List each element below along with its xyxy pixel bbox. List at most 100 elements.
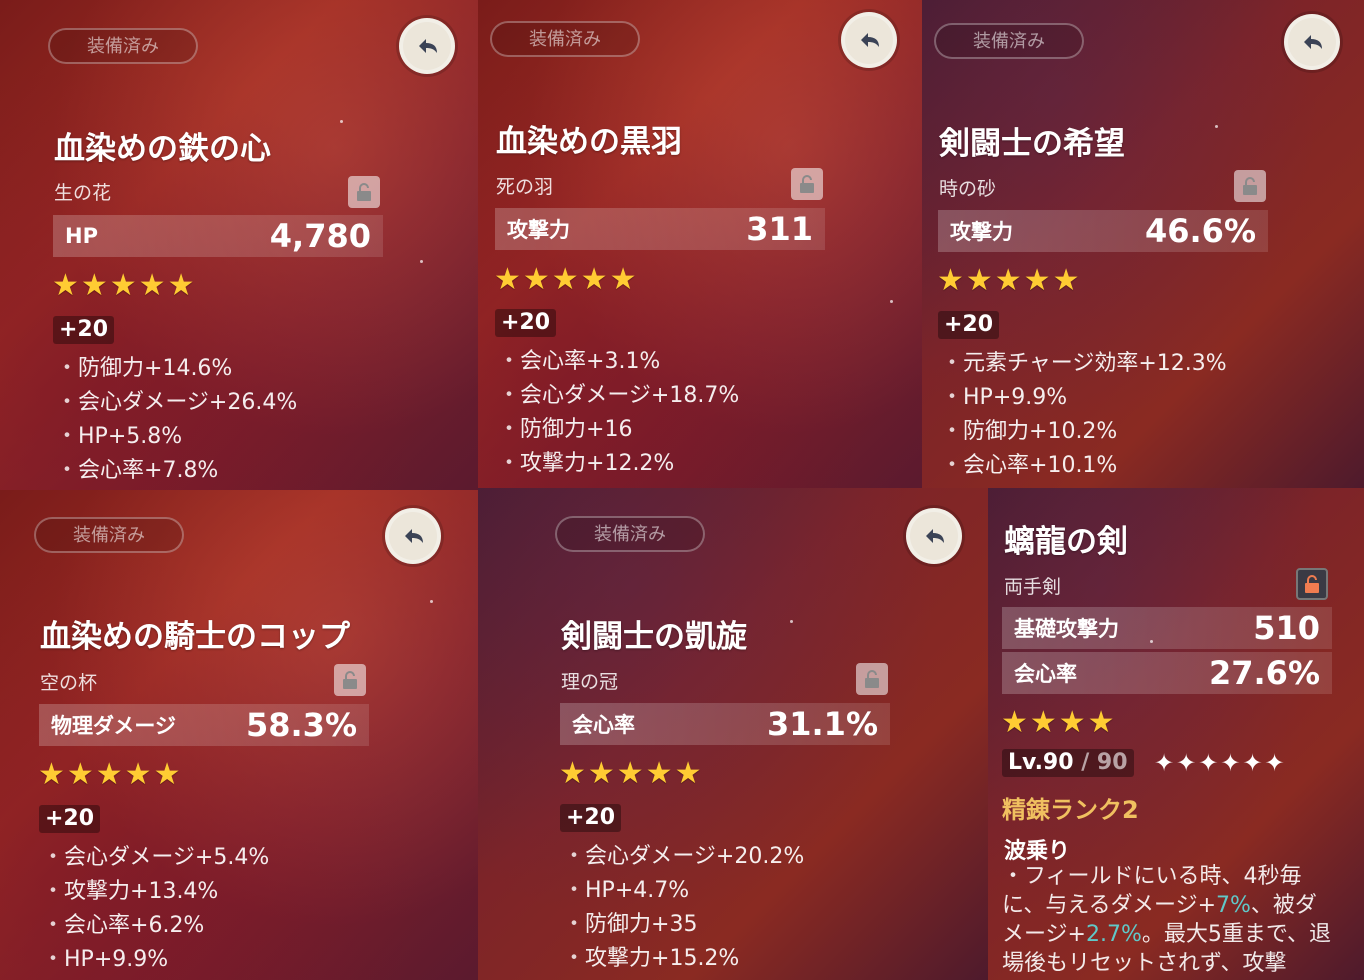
substat: HP+4.7% — [563, 874, 804, 908]
lock-button[interactable] — [1234, 170, 1266, 202]
substat: 会心ダメージ+26.4% — [56, 386, 297, 420]
lock-button[interactable] — [1296, 568, 1328, 600]
substat: 防御力+16 — [498, 413, 739, 447]
substat: 会心ダメージ+20.2% — [563, 840, 804, 874]
equipped-badge: 装備済み — [34, 517, 184, 553]
lock-icon — [343, 671, 357, 689]
stat-label: 基礎攻撃力 — [1014, 617, 1119, 641]
artifact-name: 剣闘士の希望 — [939, 126, 1125, 162]
sparkle — [890, 300, 893, 303]
artifact-panel-goblet: 装備済み 血染めの騎士のコップ 空の杯 物理ダメージ 58.3% ★★★★★ +… — [0, 490, 478, 980]
substat: HP+5.8% — [56, 420, 297, 454]
substat: 会心ダメージ+5.4% — [42, 841, 269, 875]
passive-value: 2.7% — [1086, 922, 1142, 947]
main-stat-label: 攻撃力 — [950, 220, 1013, 244]
artifact-name: 剣闘士の凱旋 — [561, 619, 747, 655]
main-stat-value: 46.6% — [1144, 212, 1256, 250]
main-stat: 攻撃力 46.6% — [938, 210, 1268, 252]
substat: 会心率+7.8% — [56, 454, 297, 488]
passive-description: ・フィールドにいる時、4秒毎に、与えるダメージ+7%、被ダメージ+2.7%。最大… — [1002, 862, 1332, 978]
artifact-slot: 死の羽 — [496, 176, 554, 198]
substat: 攻撃力+13.4% — [42, 875, 269, 909]
back-button[interactable] — [399, 18, 455, 74]
artifact-level: +20 — [495, 309, 557, 337]
weapon-level: Lv.90 / 90 — [1002, 749, 1134, 777]
artifact-panel-sands: 装備済み 剣闘士の希望 時の砂 攻撃力 46.6% ★★★★★ +20 元素チャ… — [922, 0, 1364, 488]
artifact-slot: 空の杯 — [40, 672, 98, 694]
passive-value: 7% — [1216, 893, 1251, 918]
substat: 攻撃力+12.2% — [498, 447, 739, 481]
rarity-stars: ★★★★★ — [494, 262, 639, 297]
artifact-level: +20 — [39, 805, 101, 833]
back-button[interactable] — [385, 508, 441, 564]
rarity-stars: ★★★★ — [1001, 705, 1117, 740]
main-stat-label: 攻撃力 — [507, 218, 570, 242]
back-arrow-icon — [419, 39, 437, 53]
lock-button[interactable] — [348, 176, 380, 208]
back-arrow-icon — [926, 529, 944, 543]
substat-list: 防御力+14.6% 会心ダメージ+26.4% HP+5.8% 会心率+7.8% — [56, 352, 297, 488]
substat-list: 元素チャージ効率+12.3% HP+9.9% 防御力+10.2% 会心率+10.… — [941, 347, 1227, 483]
equipped-badge: 装備済み — [555, 516, 705, 552]
passive-name: 波乗り — [1004, 839, 1071, 864]
artifact-panel-circlet: 装備済み 剣闘士の凱旋 理の冠 会心率 31.1% ★★★★★ +20 会心ダメ… — [478, 488, 988, 980]
main-stat: 会心率 31.1% — [560, 703, 890, 745]
lock-icon — [1243, 177, 1257, 195]
weapon-secondary-stat: 会心率 27.6% — [1002, 652, 1332, 694]
rarity-stars: ★★★★★ — [559, 756, 704, 791]
back-button[interactable] — [906, 508, 962, 564]
back-button[interactable] — [1284, 14, 1340, 70]
sparkle — [1215, 125, 1218, 128]
substat: 会心率+3.1% — [498, 345, 739, 379]
ascension-stars: ✦✦✦✦✦✦ — [1154, 749, 1287, 777]
stat-value: 27.6% — [1208, 654, 1320, 692]
weapon-level-max: / 90 — [1081, 750, 1128, 775]
stat-label: 会心率 — [1014, 662, 1077, 686]
back-button[interactable] — [841, 12, 897, 68]
substat: 会心率+10.1% — [941, 449, 1227, 483]
substat: 防御力+10.2% — [941, 415, 1227, 449]
rarity-stars: ★★★★★ — [937, 263, 1082, 298]
lock-button[interactable] — [791, 168, 823, 200]
sparkle — [790, 620, 793, 623]
sparkle — [430, 600, 433, 603]
sparkle — [340, 120, 343, 123]
rarity-stars: ★★★★★ — [52, 268, 197, 303]
back-arrow-icon — [861, 33, 879, 47]
back-arrow-icon — [1304, 35, 1322, 49]
main-stat-value: 311 — [746, 210, 813, 248]
artifact-level: +20 — [53, 316, 115, 344]
sparkle — [420, 260, 423, 263]
main-stat-value: 4,780 — [269, 217, 371, 255]
main-stat-value: 58.3% — [245, 706, 357, 744]
substat: 防御力+14.6% — [56, 352, 297, 386]
main-stat-value: 31.1% — [766, 705, 878, 743]
equipped-badge: 装備済み — [490, 21, 640, 57]
main-stat: 攻撃力 311 — [495, 208, 825, 250]
main-stat-label: 物理ダメージ — [51, 714, 176, 738]
substat-list: 会心ダメージ+20.2% HP+4.7% 防御力+35 攻撃力+15.2% — [563, 840, 804, 976]
lock-icon — [1305, 575, 1319, 593]
artifact-name: 血染めの騎士のコップ — [40, 619, 350, 655]
substat-list: 会心率+3.1% 会心ダメージ+18.7% 防御力+16 攻撃力+12.2% — [498, 345, 739, 481]
artifact-level: +20 — [560, 804, 622, 832]
sparkle — [1150, 640, 1153, 643]
main-stat: 物理ダメージ 58.3% — [39, 704, 369, 746]
artifact-name: 血染めの黒羽 — [496, 124, 682, 160]
artifact-name: 血染めの鉄の心 — [54, 131, 271, 167]
lock-icon — [800, 175, 814, 193]
weapon-name: 螭龍の剣 — [1004, 524, 1128, 560]
back-arrow-icon — [405, 529, 423, 543]
weapon-type: 両手剣 — [1004, 576, 1062, 598]
substat: 元素チャージ効率+12.3% — [941, 347, 1227, 381]
lock-button[interactable] — [334, 664, 366, 696]
main-stat-label: HP — [65, 224, 98, 248]
substat: HP+9.9% — [42, 943, 269, 977]
main-stat: HP 4,780 — [53, 215, 383, 257]
main-stat-label: 会心率 — [572, 713, 635, 737]
artifact-slot: 理の冠 — [561, 671, 619, 693]
substat: 攻撃力+15.2% — [563, 942, 804, 976]
artifact-slot: 生の花 — [54, 182, 112, 204]
refinement-rank: 精錬ランク2 — [1002, 796, 1139, 824]
lock-button[interactable] — [856, 663, 888, 695]
